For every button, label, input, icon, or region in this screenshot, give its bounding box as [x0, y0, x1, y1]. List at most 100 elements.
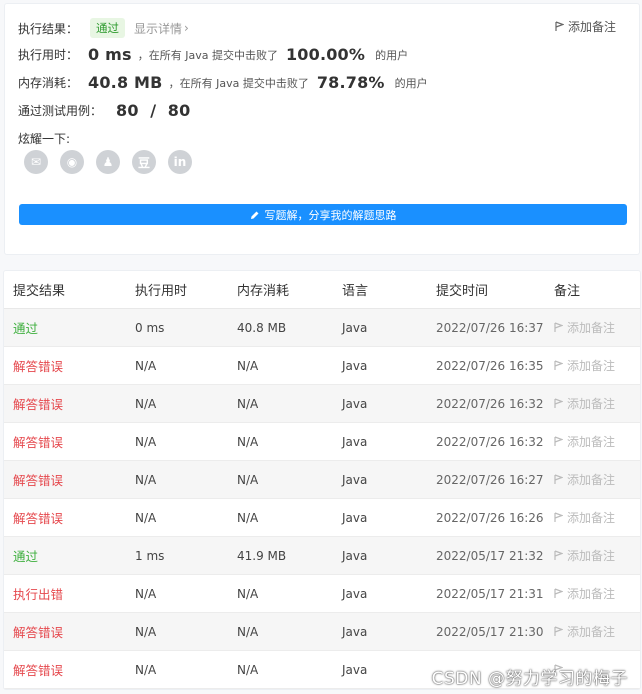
- status-link[interactable]: 通过: [13, 546, 38, 565]
- write-solution-label: 写题解，分享我的解题思路: [264, 208, 397, 222]
- linkedin-icon[interactable]: in: [168, 150, 192, 174]
- table-row[interactable]: 解答错误 N/A N/A Java 2022/07/26 16:32 添加备注: [4, 423, 640, 461]
- submitted-time-cell: 2022/07/26 16:32: [436, 396, 544, 411]
- runtime-cell: 0 ms: [135, 320, 165, 335]
- add-note-label: 添加备注: [567, 321, 616, 335]
- add-note-button[interactable]: 添加备注: [554, 509, 615, 526]
- status-link[interactable]: 执行出错: [13, 584, 63, 603]
- table-row[interactable]: 执行出错 N/A N/A Java 2022/05/17 21:31 添加备注: [4, 575, 640, 613]
- runtime-cell: N/A: [135, 396, 157, 411]
- memory-cell: N/A: [237, 434, 259, 449]
- add-note-button[interactable]: 添加备注: [555, 18, 616, 35]
- show-detail-label: 显示详情: [134, 21, 183, 36]
- runtime-label: 执行用时：: [18, 48, 79, 62]
- status-link[interactable]: 解答错误: [13, 394, 63, 413]
- table-row[interactable]: 解答错误 N/A N/A Java 2022/07/26 16:32 添加备注: [4, 385, 640, 423]
- runtime-cell: 1 ms: [135, 548, 165, 563]
- flag-icon: [554, 474, 563, 484]
- tests-value: 80 / 80: [116, 101, 191, 120]
- watermark: CSDN @努力学习的梅子: [431, 669, 628, 689]
- runtime-value: 0 ms: [88, 45, 132, 64]
- qq-icon[interactable]: ♟: [96, 150, 120, 174]
- show-detail-link[interactable]: 显示详情 ›: [134, 20, 189, 37]
- runtime-cell: N/A: [135, 434, 157, 449]
- runtime-text-suffix: 的用户: [375, 48, 409, 62]
- flag-icon: [554, 398, 563, 408]
- add-note-label: 添加备注: [567, 549, 616, 563]
- submitted-time-cell: 2022/07/26 16:35: [436, 358, 544, 373]
- runtime-cell: N/A: [135, 358, 157, 373]
- submission-table: 提交结果 执行用时 内存消耗 语言 提交时间 备注 通过 0 ms 40.8 MB J…: [3, 270, 641, 690]
- language-cell: Java: [342, 662, 368, 677]
- add-note-label: 添加备注: [567, 625, 616, 639]
- add-note-button[interactable]: 添加备注: [554, 623, 615, 640]
- douban-icon[interactable]: 豆: [132, 150, 156, 174]
- table-row[interactable]: 通过 1 ms 41.9 MB Java 2022/05/17 21:32 添加备注: [4, 537, 640, 575]
- runtime-text: ，在所有 Java 提交中击败了: [137, 48, 278, 62]
- submitted-time-cell: 2022/07/26 16:27: [436, 472, 544, 487]
- runtime-cell: N/A: [135, 662, 157, 677]
- add-note-label: 添加备注: [567, 587, 616, 601]
- add-note-button[interactable]: 添加备注: [554, 471, 615, 488]
- header-note: 备注: [554, 284, 581, 299]
- memory-cell: 40.8 MB: [237, 320, 287, 335]
- add-note-label: 添加备注: [567, 511, 616, 525]
- memory-text-suffix: 的用户: [394, 76, 428, 90]
- memory-cell: N/A: [237, 396, 259, 411]
- add-note-button[interactable]: 添加备注: [554, 395, 615, 412]
- add-note-label: 添加备注: [567, 473, 616, 487]
- share-row: 炫耀一下:: [18, 130, 70, 147]
- status-link[interactable]: 解答错误: [13, 508, 63, 527]
- flag-icon: [554, 360, 563, 370]
- status-link[interactable]: 解答错误: [13, 622, 63, 641]
- add-note-button[interactable]: 添加备注: [554, 319, 615, 336]
- add-note-label: 添加备注: [567, 397, 616, 411]
- add-note-button[interactable]: 添加备注: [554, 357, 615, 374]
- share-label: 炫耀一下:: [18, 132, 71, 146]
- chevron-right-icon: ›: [184, 21, 189, 35]
- submitted-time-cell: 2022/05/17 21:31: [436, 586, 544, 601]
- flag-icon: [554, 588, 563, 598]
- status-link[interactable]: 解答错误: [13, 660, 63, 679]
- language-cell: Java: [342, 320, 368, 335]
- language-cell: Java: [342, 586, 368, 601]
- header-memory: 内存消耗: [237, 284, 290, 299]
- table-row[interactable]: 解答错误 N/A N/A Java 2022/07/26 16:35 添加备注: [4, 347, 640, 385]
- memory-percent: 78.78%: [316, 73, 385, 92]
- header-runtime: 执行用时: [135, 284, 188, 299]
- memory-row: 内存消耗： 40.8 MB ，在所有 Java 提交中击败了 78.78% 的用…: [18, 73, 428, 92]
- table-header: 提交结果 执行用时 内存消耗 语言 提交时间 备注: [4, 271, 640, 309]
- language-cell: Java: [342, 358, 368, 373]
- flag-icon: [554, 550, 563, 560]
- table-row[interactable]: 解答错误 N/A N/A Java 2022/07/26 16:27 添加备注: [4, 461, 640, 499]
- memory-cell: N/A: [237, 624, 259, 639]
- memory-cell: N/A: [237, 586, 259, 601]
- tests-label: 通过测试用例：: [18, 104, 103, 118]
- add-note-button[interactable]: 添加备注: [554, 433, 615, 450]
- wechat-icon[interactable]: ✉: [24, 150, 48, 174]
- status-link[interactable]: 解答错误: [13, 470, 63, 489]
- flag-icon: [555, 21, 564, 31]
- status-link[interactable]: 通过: [13, 318, 38, 337]
- write-solution-button[interactable]: 写题解，分享我的解题思路: [19, 204, 627, 225]
- table-row[interactable]: 解答错误 N/A N/A Java 2022/05/17 21:30 添加备注: [4, 613, 640, 651]
- runtime-cell: N/A: [135, 472, 157, 487]
- runtime-cell: N/A: [135, 624, 157, 639]
- table-row[interactable]: 解答错误 N/A N/A Java 2022/07/26 16:26 添加备注: [4, 499, 640, 537]
- status-link[interactable]: 解答错误: [13, 432, 63, 451]
- status-link[interactable]: 解答错误: [13, 356, 63, 375]
- add-note-button[interactable]: 添加备注: [554, 585, 615, 602]
- weibo-icon[interactable]: ◉: [60, 150, 84, 174]
- language-cell: Java: [342, 434, 368, 449]
- memory-label: 内存消耗：: [18, 76, 79, 90]
- memory-text: ，在所有 Java 提交中击败了: [168, 76, 309, 90]
- add-note-button[interactable]: 添加备注: [554, 547, 615, 564]
- result-summary-card: 执行结果： 通过 显示详情 › 添加备注 执行用时： 0 ms ，在所有 Jav…: [4, 3, 640, 255]
- submitted-time-cell: 2022/05/17 21:32: [436, 548, 544, 563]
- flag-icon: [554, 436, 563, 446]
- add-note-label: 添加备注: [567, 20, 616, 34]
- language-cell: Java: [342, 396, 368, 411]
- status-badge: 通过: [90, 18, 126, 38]
- table-row[interactable]: 通过 0 ms 40.8 MB Java 2022/07/26 16:37 添加备注: [4, 309, 640, 347]
- language-cell: Java: [342, 510, 368, 525]
